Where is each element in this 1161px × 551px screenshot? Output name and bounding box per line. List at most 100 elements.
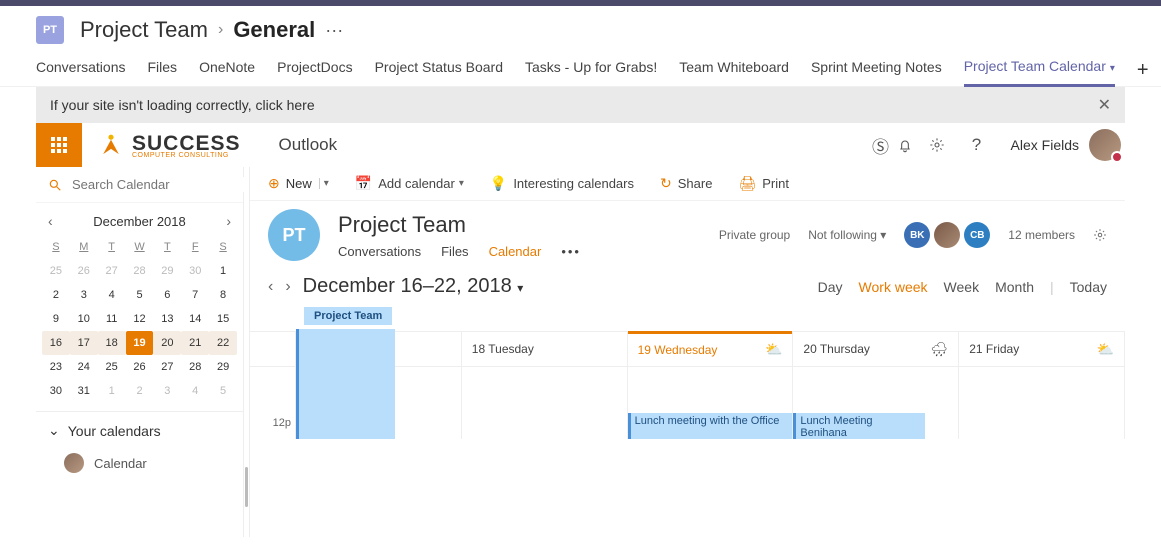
next-week-button[interactable]: › — [285, 278, 290, 296]
close-icon[interactable]: ✕ — [1098, 95, 1111, 115]
mini-cal-day[interactable]: 30 — [42, 379, 70, 403]
member-avatars[interactable]: BK CB — [904, 222, 990, 248]
more-icon[interactable]: ••• — [561, 244, 581, 259]
date-range[interactable]: December 16–22, 2018 ▾ — [303, 275, 524, 298]
mini-cal-day[interactable]: 5 — [209, 379, 237, 403]
tab-conversations[interactable]: Conversations — [36, 55, 126, 85]
help-icon[interactable]: ? — [961, 135, 993, 155]
prev-week-button[interactable]: ‹ — [268, 278, 273, 296]
member-count[interactable]: 12 members — [1008, 228, 1075, 242]
view-day[interactable]: Day — [818, 279, 843, 295]
add-tab-button[interactable]: + — [1137, 59, 1157, 82]
search-input[interactable] — [72, 177, 248, 192]
mini-cal-day[interactable]: 26 — [70, 259, 98, 283]
slot-mon[interactable] — [296, 367, 462, 439]
calendar-event[interactable] — [296, 329, 395, 439]
mini-cal-day[interactable]: 29 — [153, 259, 181, 283]
day-header-wed[interactable]: 19 Wednesday⛅ — [628, 331, 793, 365]
mini-cal-day[interactable]: 25 — [42, 259, 70, 283]
mini-cal-day[interactable]: 15 — [209, 307, 237, 331]
group-tab-conversations[interactable]: Conversations — [338, 244, 421, 259]
mini-cal-day[interactable]: 11 — [98, 307, 126, 331]
tab-onenote[interactable]: OneNote — [199, 55, 255, 85]
view-month[interactable]: Month — [995, 279, 1034, 295]
mini-cal-day[interactable]: 14 — [181, 307, 209, 331]
mini-cal-day[interactable]: 1 — [209, 259, 237, 283]
org-brand[interactable]: SUCCESS COMPUTER CONSULTING — [82, 132, 257, 159]
mini-cal-day[interactable]: 3 — [70, 283, 98, 307]
mini-cal-day[interactable]: 31 — [70, 379, 98, 403]
mini-cal-day[interactable]: 28 — [181, 355, 209, 379]
day-header-tue[interactable]: 18 Tuesday — [462, 332, 627, 366]
mini-cal-day[interactable]: 5 — [126, 283, 154, 307]
mini-cal-day[interactable]: 30 — [181, 259, 209, 283]
your-calendars-header[interactable]: ⌄ Your calendars — [36, 411, 243, 449]
interesting-calendars-button[interactable]: 💡 Interesting calendars — [490, 175, 634, 192]
mini-cal-day[interactable]: 2 — [42, 283, 70, 307]
group-title[interactable]: Project Team — [338, 212, 581, 238]
mini-cal-day[interactable]: 4 — [98, 283, 126, 307]
mini-cal-day[interactable]: 8 — [209, 283, 237, 307]
view-workweek[interactable]: Work week — [859, 279, 928, 295]
gear-icon[interactable] — [1093, 228, 1107, 242]
mini-cal-day[interactable]: 18 — [98, 331, 126, 355]
calendar-grid[interactable]: 12p Lunch meeting with the Office Lunch … — [250, 367, 1125, 439]
team-avatar[interactable]: PT — [36, 16, 64, 44]
group-tab-files[interactable]: Files — [441, 244, 468, 259]
mini-cal-day[interactable]: 20 — [153, 331, 181, 355]
user-name[interactable]: Alex Fields — [1011, 137, 1079, 153]
group-avatar[interactable]: PT — [268, 209, 320, 261]
mini-cal-day[interactable]: 27 — [98, 259, 126, 283]
search-icon[interactable] — [48, 178, 62, 192]
mini-cal-day[interactable]: 22 — [209, 331, 237, 355]
mini-cal-day[interactable]: 24 — [70, 355, 98, 379]
new-button[interactable]: ⊕ New ▾ — [268, 175, 329, 192]
day-header-fri[interactable]: 21 Friday⛅ — [959, 332, 1124, 366]
splitter-handle[interactable] — [244, 167, 250, 537]
more-options-icon[interactable]: ··· — [325, 20, 343, 41]
view-week[interactable]: Week — [944, 279, 980, 295]
mini-cal-day[interactable]: 6 — [153, 283, 181, 307]
chevron-down-icon[interactable]: ▾ — [324, 178, 329, 189]
mini-cal-day[interactable]: 2 — [126, 379, 154, 403]
day-header-thu[interactable]: 20 Thursday🌧 — [793, 332, 958, 366]
share-button[interactable]: ↻ Share — [660, 175, 712, 192]
user-avatar[interactable] — [1089, 129, 1121, 161]
mini-cal-day[interactable]: 12 — [126, 307, 154, 331]
member-avatar[interactable]: CB — [964, 222, 990, 248]
mini-cal-day[interactable]: 1 — [98, 379, 126, 403]
bell-icon[interactable] — [897, 137, 929, 153]
tab-files[interactable]: Files — [148, 55, 178, 85]
add-calendar-button[interactable]: 📅 Add calendar ▾ — [355, 175, 464, 192]
next-month-button[interactable]: › — [226, 213, 231, 229]
tab-sprint-notes[interactable]: Sprint Meeting Notes — [811, 55, 942, 85]
mini-cal-day[interactable]: 27 — [153, 355, 181, 379]
slot-fri[interactable] — [959, 367, 1125, 439]
mini-cal-day[interactable]: 13 — [153, 307, 181, 331]
tab-calendar[interactable]: Project Team Calendar▾ — [964, 54, 1115, 87]
group-tab-calendar[interactable]: Calendar — [489, 244, 542, 259]
mini-calendar[interactable]: SMTWTFS252627282930123456789101112131415… — [36, 235, 243, 403]
info-banner[interactable]: If your site isn't loading correctly, cl… — [36, 87, 1125, 123]
slot-tue[interactable] — [462, 367, 628, 439]
tab-status-board[interactable]: Project Status Board — [375, 55, 503, 85]
mini-cal-day[interactable]: 7 — [181, 283, 209, 307]
mini-cal-day[interactable]: 23 — [42, 355, 70, 379]
slot-wed[interactable]: Lunch meeting with the Office — [628, 367, 794, 439]
tab-whiteboard[interactable]: Team Whiteboard — [679, 55, 789, 85]
mini-cal-day[interactable]: 19 — [126, 331, 154, 355]
mini-cal-day[interactable]: 4 — [181, 379, 209, 403]
mini-cal-day[interactable]: 29 — [209, 355, 237, 379]
calendar-event-thu-lunch[interactable]: Lunch Meeting Benihana — [793, 413, 925, 439]
app-launcher-button[interactable] — [36, 123, 82, 167]
mini-cal-day[interactable]: 26 — [126, 355, 154, 379]
skype-icon[interactable]: Ⓢ — [865, 133, 897, 158]
member-avatar[interactable]: BK — [904, 222, 930, 248]
prev-month-button[interactable]: ‹ — [48, 213, 53, 229]
member-avatar[interactable] — [934, 222, 960, 248]
chevron-down-icon[interactable]: ▾ — [1110, 63, 1115, 74]
app-name[interactable]: Outlook — [279, 135, 338, 155]
mini-cal-day[interactable]: 9 — [42, 307, 70, 331]
calendar-chip[interactable]: Project Team — [304, 307, 392, 325]
chevron-down-icon[interactable]: ▾ — [459, 178, 464, 189]
